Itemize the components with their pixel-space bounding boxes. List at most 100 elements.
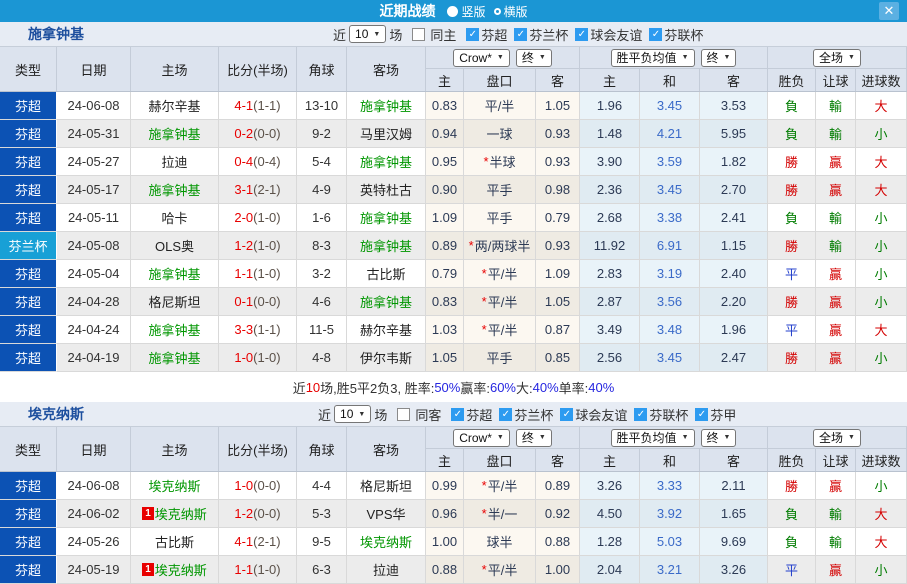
league-checkbox[interactable]: ✓ [560,408,573,421]
team-label: 施拿钟基 [148,264,200,283]
games-count-select-value: 10 [355,27,368,41]
match-scope-select[interactable]: 全场▼ [813,429,861,447]
odds-home-cell: 0.83 [426,92,464,120]
recent-label: 近 [333,25,346,44]
radio-horizontal-label[interactable]: 横版 [504,3,528,20]
summary-text: 单率: [559,378,589,397]
result-cell: 勝 [768,472,816,500]
sub-column-header: 盘口 [464,69,536,91]
avg-draw-cell: 3.33 [640,472,700,500]
column-header: 比分(半场) [219,47,297,91]
half-time-score: (1-0) [253,210,280,225]
away-team-cell: 施拿钟基 [347,204,426,232]
league-checkbox[interactable]: ✓ [499,408,512,421]
corner-cell: 9-2 [297,120,347,148]
avg-time-select[interactable]: 终▼ [701,49,737,67]
score-cell: 0-1(0-0) [219,288,297,316]
team-label: 马里汉姆 [360,124,412,143]
league-checkbox[interactable]: ✓ [695,408,708,421]
column-header: 主场 [131,427,219,471]
same-venue-checkbox[interactable] [412,28,425,41]
handicap-result-cell: 輸 [816,528,856,556]
team-label: 伊尔韦斯 [360,348,412,367]
match-scope-select-value: 全场 [819,49,843,66]
sub-column-header: 进球数 [856,69,907,91]
games-count-select[interactable]: 10▼ [334,405,371,423]
league-checkbox[interactable]: ✓ [634,408,647,421]
league-cell: 芬超 [0,204,57,232]
avg-home-cell: 2.87 [580,288,640,316]
avg-away-cell: 3.26 [700,556,768,584]
odds-time-select[interactable]: 终▼ [516,49,552,67]
same-venue-label: 同客 [415,405,441,424]
avg-home-cell: 2.68 [580,204,640,232]
avg-home-cell: 4.50 [580,500,640,528]
avg-odds-select[interactable]: 胜平负均值▼ [611,429,695,447]
half-time-score: (2-1) [253,534,280,549]
team-label: 拉迪 [161,152,187,171]
close-button[interactable]: ✕ [879,2,899,20]
avg-home-cell: 3.49 [580,316,640,344]
bookmaker-select-value: Crow* [459,431,492,445]
league-cell: 芬超 [0,500,57,528]
radio-vertical-label[interactable]: 竖版 [461,3,485,20]
odds-home-cell: 0.83 [426,288,464,316]
same-venue-checkbox[interactable] [397,408,410,421]
avg-draw-cell: 5.03 [640,528,700,556]
league-checkbox[interactable]: ✓ [466,28,479,41]
league-checkbox[interactable]: ✓ [649,28,662,41]
games-count-select[interactable]: 10▼ [349,25,386,43]
radio-horizontal[interactable] [494,8,501,15]
avg-away-cell: 2.41 [700,204,768,232]
sub-column-header: 让球 [816,69,856,91]
league-checkbox[interactable]: ✓ [575,28,588,41]
avg-away-cell: 2.11 [700,472,768,500]
odds-home-cell: 0.89 [426,232,464,260]
star-icon: * [469,238,474,253]
bookmaker-select[interactable]: Crow*▼ [453,49,510,67]
team-label: 拉迪 [373,560,399,579]
odds-time-select[interactable]: 终▼ [516,429,552,447]
avg-odds-select-value: 胜平负均值 [617,429,677,446]
avg-odds-select[interactable]: 胜平负均值▼ [611,49,695,67]
avg-home-cell: 3.90 [580,148,640,176]
league-checkbox[interactable]: ✓ [451,408,464,421]
avg-draw-cell: 4.21 [640,120,700,148]
handicap-result-cell: 贏 [816,148,856,176]
avg-time-select[interactable]: 终▼ [701,429,737,447]
date-cell: 24-05-11 [57,204,131,232]
match-scope-select[interactable]: 全场▼ [813,49,861,67]
home-team-cell: 施拿钟基 [131,260,219,288]
sub-column-header: 客 [700,449,768,471]
handicap-cell: *两/两球半 [464,232,536,260]
chevron-down-icon: ▼ [848,434,855,441]
avg-draw-cell: 3.19 [640,260,700,288]
handicap-label: 平/半 [488,476,518,495]
avg-draw-cell: 3.45 [640,176,700,204]
date-cell: 24-04-19 [57,344,131,372]
date-cell: 24-05-27 [57,148,131,176]
summary-line: 近10场,胜5平2负3, 胜率:50% 赢率:60% 大:40% 单率:40% [0,372,907,402]
bookmaker-select[interactable]: Crow*▼ [453,429,510,447]
handicap-label: 平/半 [488,292,518,311]
sub-column-header: 胜负 [768,449,816,471]
summary-text: 60% [490,380,516,395]
handicap-label: 平/半 [488,264,518,283]
summary-text: 40% [588,380,614,395]
dialog-title: 近期战绩 [379,1,435,21]
away-team-cell: 英特杜古 [347,176,426,204]
crow-select-group: Crow*▼ 终▼ [426,427,580,449]
star-icon: * [482,266,487,281]
league-checkbox[interactable]: ✓ [514,28,527,41]
team-label: 施拿钟基 [360,152,412,171]
games-count-select-value: 10 [340,407,353,421]
score-cell: 1-2(1-0) [219,232,297,260]
star-icon: * [483,154,488,169]
odds-home-cell: 0.96 [426,500,464,528]
radio-vertical-selected[interactable] [447,6,458,17]
league-cell: 芬超 [0,528,57,556]
home-team-cell: 赫尔辛基 [131,92,219,120]
odds-away-cell: 1.05 [536,92,580,120]
handicap-cell: 一球 [464,120,536,148]
score-cell: 1-1(1-0) [219,556,297,584]
